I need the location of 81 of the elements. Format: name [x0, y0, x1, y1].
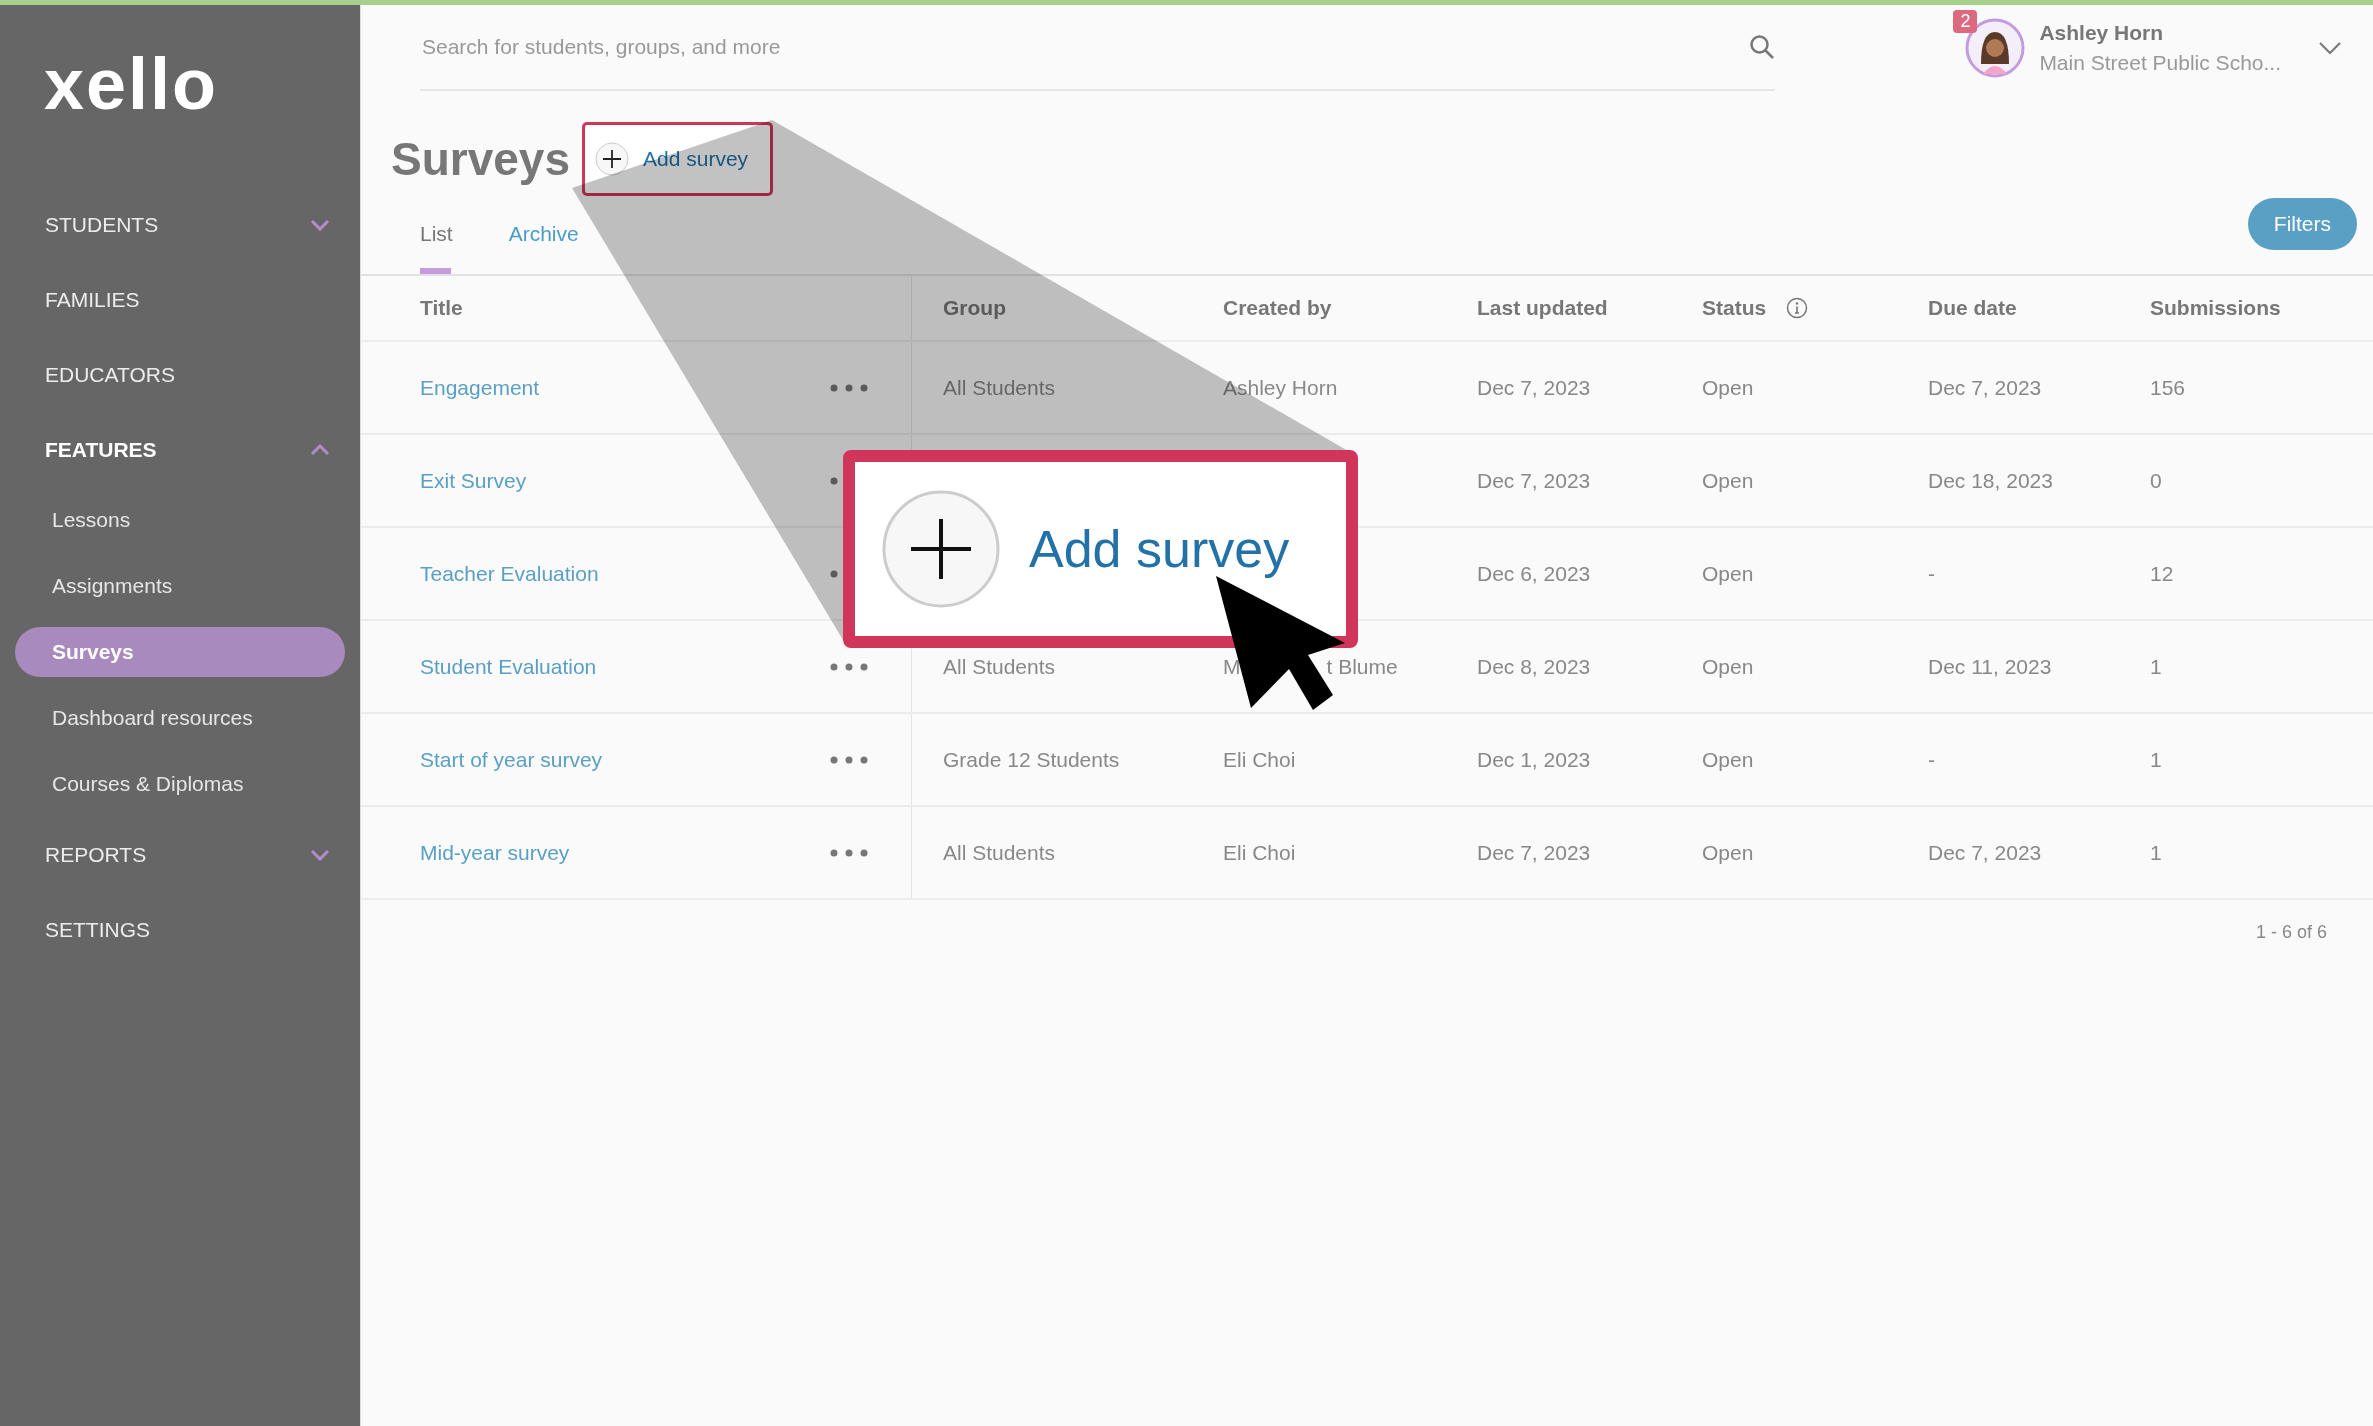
- nav-subitem[interactable]: Assignments: [15, 561, 345, 611]
- tab[interactable]: Archive: [508, 192, 579, 274]
- table-cell: All Students: [943, 375, 1056, 400]
- nav-item[interactable]: STUDENTS: [0, 187, 360, 262]
- chevron-icon: [310, 218, 330, 231]
- search-icon[interactable]: [1749, 33, 1775, 60]
- table-cell: t Blume: [1326, 654, 1398, 679]
- page-title: Surveys: [391, 132, 570, 186]
- logo[interactable]: xello: [0, 5, 219, 187]
- table-cell: Open: [1702, 561, 1754, 586]
- table-cell: Eli Choi: [1223, 840, 1296, 865]
- survey-title-link[interactable]: Engagement: [420, 375, 540, 400]
- table-cell: Dec 7, 2023: [1928, 840, 2042, 865]
- table-cell: 1: [2150, 654, 2162, 679]
- more-icon[interactable]: [829, 754, 869, 765]
- callout-label: Add survey: [1029, 519, 1290, 579]
- plus-icon: [595, 142, 629, 176]
- table-cell: Dec 7, 2023: [1928, 375, 2042, 400]
- survey-title-link[interactable]: Student Evaluation: [420, 654, 597, 679]
- table-cell: Eli Choi: [1223, 747, 1296, 772]
- table-cell: M: [1223, 654, 1241, 679]
- survey-title-link[interactable]: Start of year survey: [420, 747, 603, 772]
- column-header: Created by: [1223, 296, 1332, 320]
- chevron-icon: [310, 443, 330, 456]
- table-cell: Dec 6, 2023: [1477, 561, 1591, 586]
- table-cell: All Students: [943, 654, 1056, 679]
- table-cell: 1: [2150, 840, 2162, 865]
- table-cell: Open: [1702, 747, 1754, 772]
- table-cell: Open: [1702, 468, 1754, 493]
- column-header: Group: [943, 296, 1006, 320]
- table-cell: Open: [1702, 654, 1754, 679]
- column-header: Title: [420, 296, 463, 320]
- column-header: Last updated: [1477, 296, 1608, 320]
- nav-subitem[interactable]: Surveys: [15, 627, 345, 677]
- nav-subitem[interactable]: Courses & Diplomas: [15, 759, 345, 809]
- table-cell: Dec 1, 2023: [1477, 747, 1591, 772]
- pagination-text: 1 - 6 of 6: [2255, 922, 2327, 943]
- column-header: Due date: [1928, 296, 2017, 320]
- table-cell: Dec 7, 2023: [1477, 468, 1591, 493]
- more-icon[interactable]: [829, 847, 869, 858]
- table-cell: 12: [2150, 561, 2174, 586]
- nav-item[interactable]: REPORTS: [0, 817, 360, 892]
- table-cell: Dec 8, 2023: [1477, 654, 1591, 679]
- add-survey-button[interactable]: Add survey: [582, 122, 774, 196]
- table-cell: 156: [2150, 375, 2186, 400]
- nav-item[interactable]: FAMILIES: [0, 262, 360, 337]
- filters-button[interactable]: Filters: [2247, 198, 2357, 250]
- nav-subitem[interactable]: Dashboard resources: [15, 693, 345, 743]
- table-cell: -: [1928, 561, 1935, 586]
- tab[interactable]: List: [420, 192, 453, 274]
- chevron-icon: [310, 848, 330, 861]
- info-icon[interactable]: [1786, 297, 1809, 319]
- table-cell: Dec 7, 2023: [1477, 375, 1591, 400]
- table-cell: Dec 11, 2023: [1928, 654, 2052, 679]
- column-header: Status: [1702, 296, 1767, 320]
- table-cell: Ashley Horn: [1223, 375, 1338, 400]
- survey-title-link[interactable]: Exit Survey: [420, 468, 527, 493]
- plus-icon: [881, 489, 1001, 609]
- table-cell: Grade 12 Students: [943, 747, 1120, 772]
- more-icon[interactable]: [829, 661, 869, 672]
- user-name: Ashley Horn: [2039, 20, 2165, 45]
- table-cell: All Students: [943, 840, 1056, 865]
- table-cell: Dec 7, 2023: [1477, 840, 1591, 865]
- nav-item[interactable]: SETTINGS: [0, 892, 360, 967]
- table-cell: 0: [2150, 468, 2162, 493]
- nav-subitem[interactable]: Lessons: [15, 495, 345, 545]
- search-field[interactable]: Search for students, groups, and more: [420, 33, 1749, 60]
- table-cell: Open: [1702, 840, 1754, 865]
- survey-title-link[interactable]: Teacher Evaluation: [420, 561, 599, 586]
- table-cell: -: [1928, 747, 1935, 772]
- more-icon[interactable]: [829, 382, 869, 393]
- nav-item[interactable]: FEATURES: [0, 412, 360, 487]
- nav-item[interactable]: EDUCATORS: [0, 337, 360, 412]
- chevron-icon[interactable]: [2319, 40, 2341, 55]
- table-cell: Dec 18, 2023: [1928, 468, 2053, 493]
- notification-badge: 2: [1953, 9, 1978, 33]
- table-cell: Open: [1702, 375, 1754, 400]
- school-name: Main Street Public Scho...: [2039, 50, 2281, 75]
- table-cell: 1: [2150, 747, 2162, 772]
- column-header: Submissions: [2150, 296, 2281, 320]
- survey-title-link[interactable]: Mid-year survey: [420, 840, 570, 865]
